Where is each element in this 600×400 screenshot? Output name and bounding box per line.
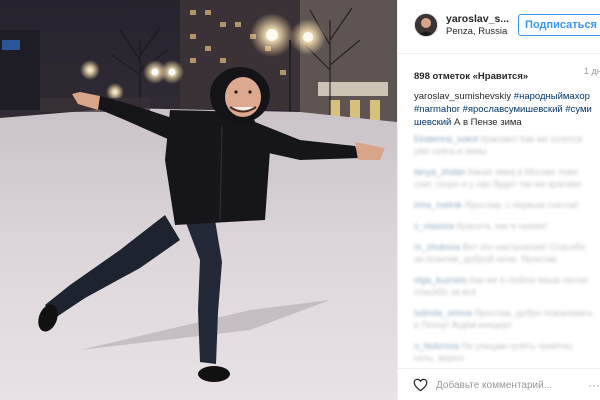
comment-item: s_vlasova Красота, как в сказке! (414, 220, 594, 232)
comment-list: Ekaterina_sokol Красиво! Как же хочется … (414, 133, 594, 373)
profile-avatar-icon (415, 14, 437, 36)
post-header: yaroslav_s... Penza, Russia Подписаться (398, 0, 600, 54)
hashtag-link[interactable]: #народныймахор (514, 91, 590, 102)
hashtag-link[interactable]: #ярославсумишевский (463, 104, 563, 115)
hashtag-link[interactable]: #narmahor (414, 104, 460, 115)
comment-item: irina_melnik Ярослав, с первым снегом! (414, 199, 594, 211)
comment-username[interactable]: n_fedorova (414, 341, 459, 351)
more-options-button[interactable]: ··· (588, 375, 600, 395)
comment-item: tanya_zhdan Какая зима в Москве тоже сне… (414, 166, 594, 190)
comment-item: Ekaterina_sokol Красиво! Как же хочется … (414, 133, 594, 157)
caption-text: А в Пензе зима (454, 117, 522, 128)
add-comment-bar: ··· (398, 368, 600, 400)
comment-item: ludmila_orlova Ярослав, добро пожаловать… (414, 307, 594, 331)
heart-icon[interactable] (413, 378, 428, 392)
likes-row: 898 отметок «Нравится» 1 дн (414, 66, 600, 82)
comment-username[interactable]: olga_kuznets (414, 275, 467, 285)
comment-username[interactable]: s_vlasova (414, 221, 454, 231)
post-time[interactable]: 1 дн (584, 66, 600, 76)
post-caption: yaroslav_sumishevskiy #народныймахор #na… (414, 90, 594, 129)
comment-username[interactable]: m_zhukova (414, 242, 460, 252)
follow-button[interactable]: Подписаться (518, 14, 600, 36)
comment-item: olga_kuznets Как же я люблю ваши песни, … (414, 274, 594, 298)
comment-item: m_zhukova Вот это настроение! Спасибо за… (414, 241, 594, 265)
comment-text: Красота, как в сказке! (456, 221, 548, 231)
post-photo[interactable] (0, 0, 397, 400)
instagram-post: yaroslav_s... Penza, Russia Подписаться … (0, 0, 600, 400)
comment-username[interactable]: tanya_zhdan (414, 167, 466, 177)
comment-username[interactable]: Ekaterina_sokol (414, 134, 478, 144)
post-side-panel: yaroslav_s... Penza, Russia Подписаться … (397, 0, 600, 400)
comment-text: Ярослав, с первым снегом! (464, 200, 579, 210)
author-username[interactable]: yaroslav_s... (446, 13, 509, 25)
night-street-photo (0, 0, 397, 400)
likes-count[interactable]: 898 отметок «Нравится» (414, 71, 528, 82)
comment-username[interactable]: ludmila_orlova (414, 308, 472, 318)
comment-username[interactable]: irina_melnik (414, 200, 462, 210)
comment-item: n_fedorova По улицам гулять приятно, ноч… (414, 340, 594, 364)
caption-username[interactable]: yaroslav_sumishevskiy (414, 91, 511, 102)
author-avatar[interactable] (414, 13, 438, 37)
post-location[interactable]: Penza, Russia (446, 26, 507, 37)
comment-input[interactable] (436, 375, 586, 395)
